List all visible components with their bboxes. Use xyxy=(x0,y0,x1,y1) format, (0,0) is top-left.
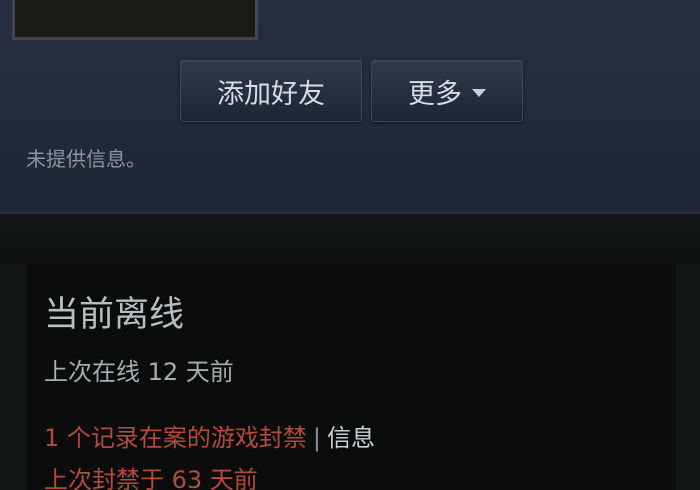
profile-header: 添加好友 更多 未提供信息。 xyxy=(0,0,700,212)
more-button[interactable]: 更多 xyxy=(371,60,523,122)
add-friend-button[interactable]: 添加好友 xyxy=(180,60,362,122)
caret-down-icon xyxy=(472,88,486,97)
panel-margin-left xyxy=(0,264,26,490)
panel-margin-right xyxy=(676,264,700,490)
avatar[interactable] xyxy=(12,0,258,40)
divider-line xyxy=(0,212,700,214)
ban-record-line: 1 个记录在案的游戏封禁 | 信息 xyxy=(44,418,375,453)
section-divider xyxy=(0,212,700,264)
separator: | xyxy=(312,424,321,452)
profile-summary: 未提供信息。 xyxy=(26,147,146,171)
add-friend-label: 添加好友 xyxy=(217,78,325,110)
status-title: 当前离线 xyxy=(44,295,185,335)
ban-info-link[interactable]: 信息 xyxy=(327,424,375,452)
profile-page: 添加好友 更多 未提供信息。 当前离线 上次在线 12 天前 1 个记录在案的游… xyxy=(0,0,700,490)
last-ban-text: 上次封禁于 63 天前 xyxy=(44,466,258,490)
online-status-panel: 当前离线 上次在线 12 天前 1 个记录在案的游戏封禁 | 信息 上次封禁于 63… xyxy=(26,264,676,490)
more-label: 更多 xyxy=(408,78,462,110)
last-online-text: 上次在线 12 天前 xyxy=(44,358,234,386)
ban-record-text: 1 个记录在案的游戏封禁 xyxy=(44,424,307,452)
